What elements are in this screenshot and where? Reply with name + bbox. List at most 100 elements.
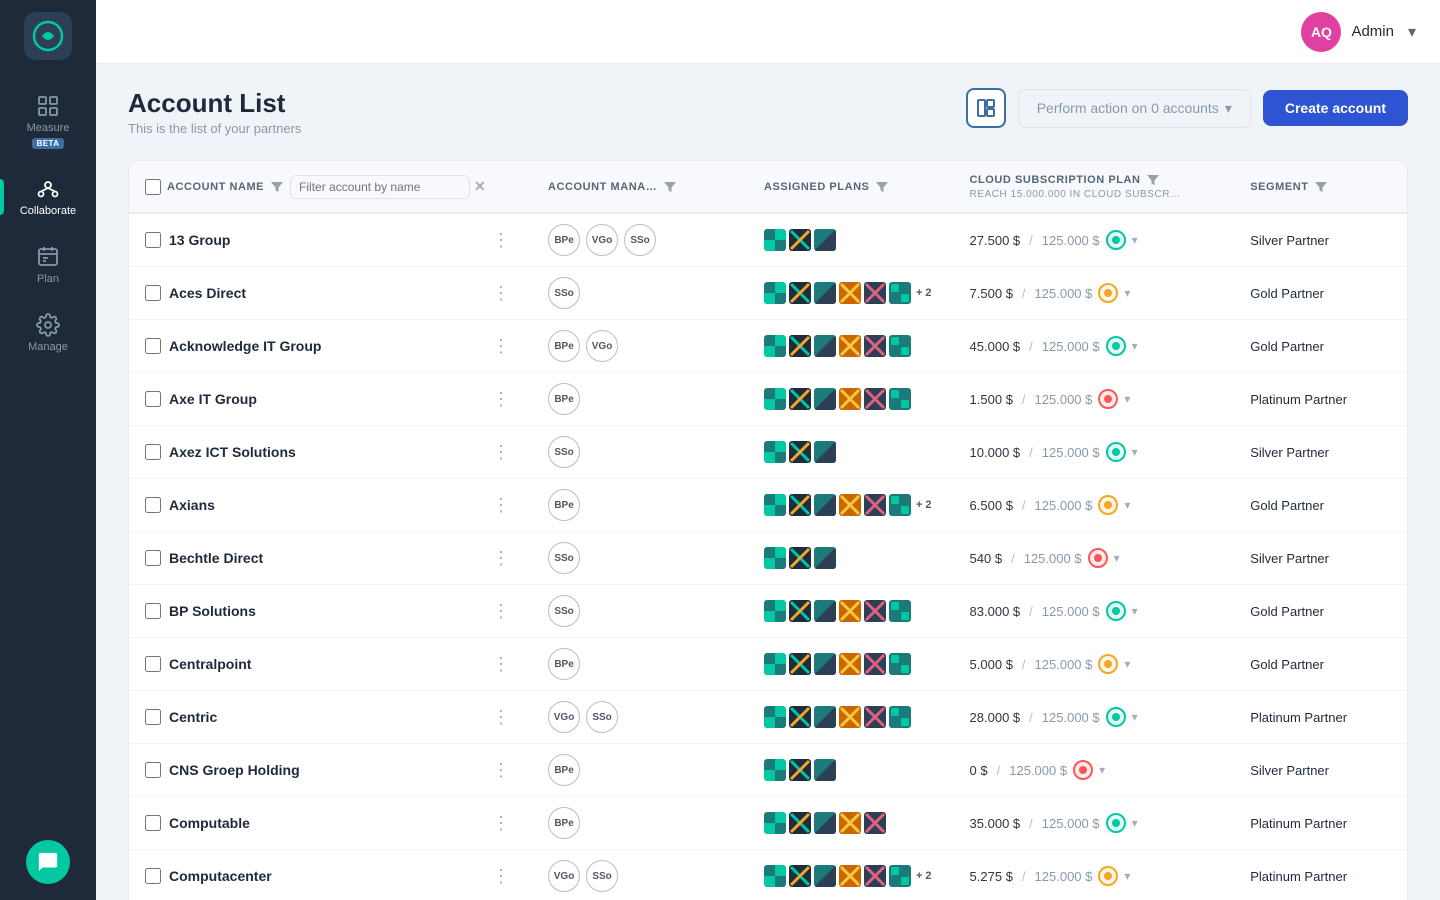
sidebar-item-measure[interactable]: Measure BETA	[8, 84, 88, 159]
cloud-cell: 540 $ / 125.000 $ ▾	[954, 532, 1235, 585]
row-checkbox[interactable]	[145, 815, 161, 831]
status-chevron-icon[interactable]: ▾	[1124, 286, 1130, 300]
status-chevron-icon[interactable]: ▾	[1132, 710, 1138, 724]
cloud-target: 125.000 $	[1035, 286, 1093, 301]
plan-icon	[814, 759, 836, 781]
main-area: AQ Admin ▾ Account List This is the list…	[96, 0, 1440, 900]
row-menu-button[interactable]: ⋮	[486, 811, 516, 836]
plan-icon	[764, 335, 786, 357]
status-indicator[interactable]	[1098, 283, 1118, 303]
status-indicator[interactable]	[1098, 495, 1118, 515]
row-menu-button[interactable]: ⋮	[486, 334, 516, 359]
row-checkbox[interactable]	[145, 338, 161, 354]
status-indicator[interactable]	[1106, 336, 1126, 356]
table-header-row: ACCOUNT NAME ✕ ACCOUNT MANA…	[129, 161, 1407, 213]
logo[interactable]	[24, 12, 72, 60]
status-indicator[interactable]	[1073, 760, 1093, 780]
status-chevron-icon[interactable]: ▾	[1124, 869, 1130, 883]
account-name-cell: Bechtle Direct ⋮	[129, 532, 532, 585]
manager-cell: BPe	[532, 797, 748, 850]
status-chevron-icon[interactable]: ▾	[1132, 604, 1138, 618]
row-menu-button[interactable]: ⋮	[486, 281, 516, 306]
status-chevron-icon[interactable]: ▾	[1099, 763, 1105, 777]
row-checkbox[interactable]	[145, 603, 161, 619]
status-indicator[interactable]	[1106, 442, 1126, 462]
measure-label: Measure	[27, 122, 70, 134]
account-name-filter-input[interactable]	[290, 175, 470, 199]
row-menu-button[interactable]: ⋮	[486, 599, 516, 624]
cloud-cell: 1.500 $ / 125.000 $ ▾	[954, 373, 1235, 426]
status-indicator[interactable]	[1106, 813, 1126, 833]
plan-icon	[889, 388, 911, 410]
row-checkbox[interactable]	[145, 444, 161, 460]
plan-icon	[889, 865, 911, 887]
manager-badge: VGo	[548, 860, 580, 892]
status-indicator[interactable]	[1098, 654, 1118, 674]
plans-cell	[748, 373, 954, 426]
row-menu-button[interactable]: ⋮	[486, 546, 516, 571]
create-account-button[interactable]: Create account	[1263, 90, 1408, 126]
status-chevron-icon[interactable]: ▾	[1124, 392, 1130, 406]
filter-clear-icon[interactable]: ✕	[474, 178, 486, 195]
plan-icon	[814, 335, 836, 357]
status-chevron-icon[interactable]: ▾	[1132, 233, 1138, 247]
plans-filter-icon[interactable]	[875, 180, 889, 194]
row-menu-button[interactable]: ⋮	[486, 705, 516, 730]
row-checkbox[interactable]	[145, 656, 161, 672]
user-menu[interactable]: AQ Admin ▾	[1301, 12, 1416, 52]
status-chevron-icon[interactable]: ▾	[1132, 816, 1138, 830]
plan-icon	[839, 494, 861, 516]
row-menu-button[interactable]: ⋮	[486, 864, 516, 889]
account-filter-icon[interactable]	[270, 180, 284, 194]
plan-icon	[814, 600, 836, 622]
sidebar-item-collaborate[interactable]: Collaborate	[8, 167, 88, 227]
status-chevron-icon[interactable]: ▾	[1114, 551, 1120, 565]
account-name-cell: Computable ⋮	[129, 797, 532, 850]
row-checkbox[interactable]	[145, 709, 161, 725]
status-indicator[interactable]	[1098, 389, 1118, 409]
segment-filter-icon[interactable]	[1314, 180, 1328, 194]
row-menu-button[interactable]: ⋮	[486, 493, 516, 518]
manager-cell: SSo	[532, 532, 748, 585]
status-chevron-icon[interactable]: ▾	[1132, 445, 1138, 459]
status-indicator[interactable]	[1106, 230, 1126, 250]
action-chevron-icon: ▾	[1225, 100, 1232, 117]
account-name: Aces Direct	[169, 285, 246, 301]
account-name: Centralpoint	[169, 656, 251, 672]
row-menu-button[interactable]: ⋮	[486, 758, 516, 783]
status-indicator[interactable]	[1106, 707, 1126, 727]
manager-filter-icon[interactable]	[663, 180, 677, 194]
row-checkbox[interactable]	[145, 232, 161, 248]
row-menu-button[interactable]: ⋮	[486, 387, 516, 412]
row-checkbox[interactable]	[145, 285, 161, 301]
layout-toggle-button[interactable]	[966, 88, 1006, 128]
table-row: Axians ⋮ BPe + 2 6.500 $ / 125.000 $ ▾ G…	[129, 479, 1407, 532]
col-cloud-label: CLOUD SUBSCRIPTION PLAN	[970, 174, 1141, 186]
cloud-target: 125.000 $	[1042, 816, 1100, 831]
cloud-filter-icon[interactable]	[1146, 173, 1160, 187]
row-menu-button[interactable]: ⋮	[486, 440, 516, 465]
row-checkbox[interactable]	[145, 762, 161, 778]
status-indicator[interactable]	[1088, 548, 1108, 568]
page-title-block: Account List This is the list of your pa…	[128, 88, 301, 136]
status-indicator[interactable]	[1098, 866, 1118, 886]
sidebar-item-manage[interactable]: Manage	[8, 303, 88, 363]
status-chevron-icon[interactable]: ▾	[1132, 339, 1138, 353]
status-indicator[interactable]	[1106, 601, 1126, 621]
status-chevron-icon[interactable]: ▾	[1124, 657, 1130, 671]
select-all-checkbox[interactable]	[145, 179, 161, 195]
row-menu-button[interactable]: ⋮	[486, 228, 516, 253]
row-checkbox[interactable]	[145, 550, 161, 566]
row-checkbox[interactable]	[145, 391, 161, 407]
row-menu-button[interactable]: ⋮	[486, 652, 516, 677]
perform-action-button[interactable]: Perform action on 0 accounts ▾	[1018, 89, 1251, 128]
chat-button[interactable]	[26, 840, 70, 884]
status-chevron-icon[interactable]: ▾	[1124, 498, 1130, 512]
table-row: Computable ⋮ BPe 35.000 $ / 125.000 $ ▾ …	[129, 797, 1407, 850]
cloud-cell: 45.000 $ / 125.000 $ ▾	[954, 320, 1235, 373]
row-checkbox[interactable]	[145, 497, 161, 513]
plan-icon	[764, 706, 786, 728]
account-name: Centric	[169, 709, 217, 725]
row-checkbox[interactable]	[145, 868, 161, 884]
sidebar-item-plan[interactable]: Plan	[8, 235, 88, 295]
